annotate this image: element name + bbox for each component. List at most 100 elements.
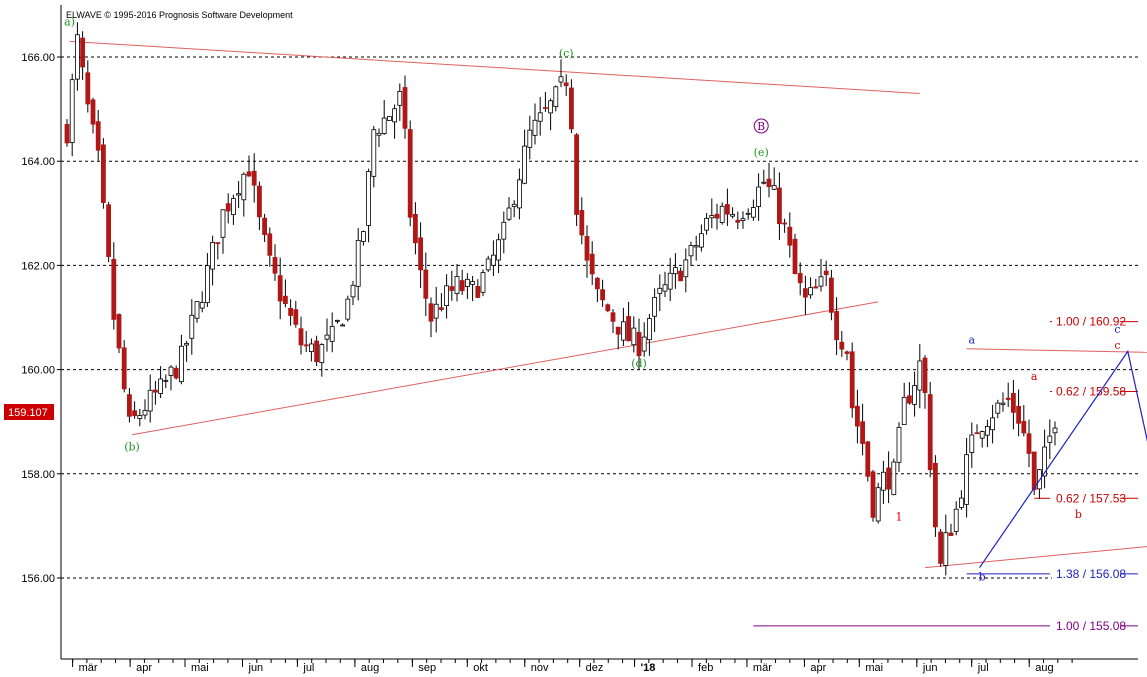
candle-body bbox=[282, 295, 288, 305]
candle-body bbox=[168, 366, 174, 376]
x-tick-label: '18 bbox=[641, 662, 656, 674]
candle-body bbox=[839, 341, 845, 350]
candle-body bbox=[449, 286, 455, 291]
candle-body bbox=[277, 275, 283, 302]
candle-body bbox=[813, 286, 819, 289]
candle-body bbox=[506, 207, 512, 220]
candle-body bbox=[262, 217, 268, 236]
candle-body bbox=[324, 334, 330, 340]
candle-body bbox=[402, 87, 408, 129]
candle-body bbox=[678, 270, 683, 282]
candle-body bbox=[875, 487, 881, 522]
wave-label: (d) bbox=[631, 357, 647, 370]
candle-body bbox=[688, 245, 694, 257]
candle-body bbox=[1026, 433, 1032, 454]
candle-body bbox=[683, 259, 689, 278]
candle-body bbox=[615, 326, 621, 335]
candle-body bbox=[350, 284, 356, 298]
candle-body bbox=[204, 265, 210, 304]
candle-body bbox=[1016, 405, 1021, 424]
candle-body bbox=[870, 471, 876, 518]
candle-body bbox=[517, 179, 522, 209]
candle-body bbox=[917, 360, 923, 391]
wave-label: c bbox=[1114, 339, 1120, 352]
candle-body bbox=[761, 181, 767, 184]
candle-body bbox=[355, 239, 361, 287]
wave-label: a bbox=[969, 334, 976, 347]
candle-body bbox=[80, 37, 85, 68]
candle-body bbox=[922, 357, 928, 393]
fib-level-label: 1.38 / 156.08 bbox=[1056, 567, 1126, 581]
candle-body bbox=[626, 316, 631, 342]
candle-body bbox=[787, 226, 793, 246]
candle-body bbox=[132, 410, 138, 417]
candle-body bbox=[636, 331, 642, 357]
candle-body bbox=[101, 144, 106, 203]
candle-body bbox=[844, 351, 850, 354]
wave-label: a bbox=[1031, 370, 1038, 383]
x-tick-label: mai bbox=[191, 662, 209, 674]
candle-body bbox=[371, 129, 377, 177]
candle-body bbox=[959, 497, 964, 508]
candle-body bbox=[69, 79, 75, 143]
candle-body bbox=[756, 186, 761, 207]
x-tick-label: jun bbox=[248, 662, 264, 674]
candle-body bbox=[496, 239, 502, 261]
candle-body bbox=[849, 351, 855, 409]
candle-body bbox=[652, 297, 657, 317]
candle-body bbox=[152, 389, 158, 393]
candle-body bbox=[423, 269, 429, 299]
y-tick-label: 166.00 bbox=[21, 52, 55, 64]
candle-body bbox=[673, 267, 678, 275]
candle-body bbox=[948, 532, 954, 536]
candle-body bbox=[532, 119, 538, 136]
x-tick-label: mai bbox=[865, 662, 883, 674]
elliott-wave-chart: 1.00 / 160.920.62 / 159.580.62 / 157.531… bbox=[0, 0, 1147, 677]
candle-body bbox=[574, 134, 579, 215]
copyright-header: ELWAVE © 1995-2016 Prognosis Software De… bbox=[66, 10, 293, 20]
candle-body bbox=[829, 277, 834, 313]
candle-body bbox=[381, 117, 387, 134]
candle-body bbox=[1052, 427, 1058, 434]
candle-body bbox=[412, 213, 418, 244]
x-tick-label: jul bbox=[977, 662, 989, 674]
candle-body bbox=[454, 276, 460, 294]
candle-body bbox=[584, 236, 590, 261]
candle-body bbox=[979, 431, 985, 439]
candle-body bbox=[595, 277, 600, 290]
candle-body bbox=[444, 285, 450, 306]
candle-body bbox=[766, 178, 772, 188]
candle-body bbox=[740, 218, 746, 221]
candle-body bbox=[527, 129, 533, 148]
candle-body bbox=[272, 257, 278, 274]
candle-body bbox=[714, 213, 720, 219]
x-tick-label: apr bbox=[136, 662, 152, 674]
candle-body bbox=[386, 116, 392, 121]
y-tick-label: 156.00 bbox=[21, 573, 55, 585]
candle-body bbox=[543, 107, 548, 109]
candle-body bbox=[142, 410, 148, 416]
candle-body bbox=[891, 461, 897, 496]
candle-body bbox=[610, 312, 616, 322]
candle-body bbox=[127, 394, 132, 417]
candle-body bbox=[267, 233, 273, 256]
candle-body bbox=[855, 405, 860, 427]
x-tick-label: aug bbox=[1035, 662, 1053, 674]
wave-label: 1 bbox=[896, 511, 903, 524]
candle-body bbox=[184, 342, 190, 346]
candle-body bbox=[896, 426, 902, 463]
candle-body bbox=[220, 209, 226, 238]
candle-body bbox=[927, 394, 933, 471]
y-tick-label: 164.00 bbox=[21, 156, 55, 168]
candle-body bbox=[293, 309, 299, 325]
candle-body bbox=[111, 258, 117, 320]
candle-body bbox=[314, 340, 320, 363]
x-tick-label: mär bbox=[79, 662, 98, 674]
candle-body bbox=[709, 215, 715, 219]
x-tick-label: dez bbox=[586, 662, 604, 674]
x-tick-label: aug bbox=[361, 662, 379, 674]
fib-level-label: 0.62 / 159.58 bbox=[1056, 384, 1126, 398]
current-price-marker: 159.107 bbox=[4, 404, 54, 420]
candle-body bbox=[256, 185, 262, 218]
candle-body bbox=[1031, 451, 1037, 491]
